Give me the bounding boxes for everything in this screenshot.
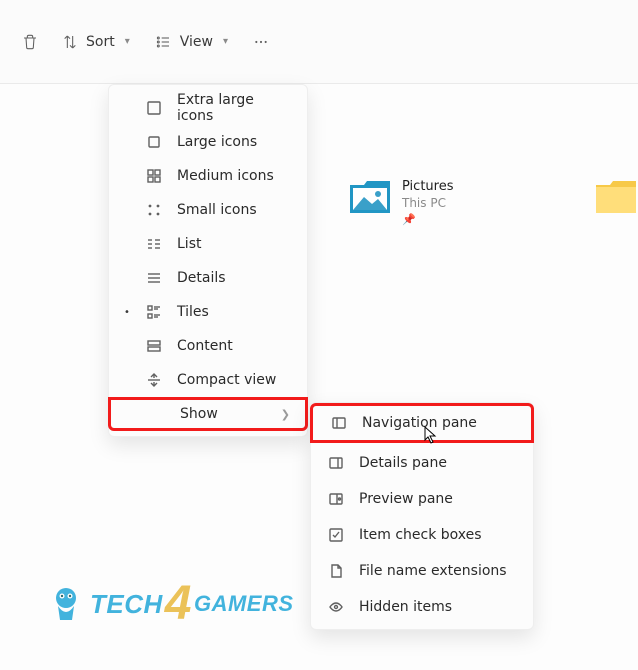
view-menu: Extra large icons Large icons Medium ico… xyxy=(108,84,308,437)
menu-item-show[interactable]: Show ❯ xyxy=(108,397,308,431)
submenu-label: Hidden items xyxy=(359,599,517,615)
details-icon xyxy=(145,270,163,286)
view-button[interactable]: View ▾ xyxy=(154,34,228,50)
watermark-text-b: 4 xyxy=(165,587,192,621)
pictures-folder-icon xyxy=(348,179,392,215)
watermark-text-a: TECH xyxy=(90,589,163,620)
menu-item-compact-view[interactable]: Compact view xyxy=(109,363,307,397)
menu-label: Content xyxy=(177,338,293,354)
sort-button[interactable]: Sort ▾ xyxy=(62,34,130,50)
compact-view-icon xyxy=(145,372,163,388)
small-icons-icon xyxy=(145,202,163,218)
file-extension-icon xyxy=(327,563,345,579)
folder-title: Pictures xyxy=(402,179,453,194)
tiles-icon xyxy=(145,304,163,320)
menu-item-tiles[interactable]: • Tiles xyxy=(109,295,307,329)
menu-label: Show xyxy=(180,406,267,422)
trash-icon xyxy=(22,34,38,50)
menu-label: Large icons xyxy=(177,134,293,150)
view-icon xyxy=(154,34,172,50)
menu-item-large-icons[interactable]: Large icons xyxy=(109,125,307,159)
menu-label: Details xyxy=(177,270,293,286)
submenu-item-details-pane[interactable]: Details pane xyxy=(311,445,533,481)
submenu-label: Item check boxes xyxy=(359,527,517,543)
submenu-label: Preview pane xyxy=(359,491,517,507)
menu-label: Compact view xyxy=(177,372,293,388)
menu-label: Medium icons xyxy=(177,168,293,184)
sort-label: Sort xyxy=(86,34,115,50)
menu-item-small-icons[interactable]: Small icons xyxy=(109,193,307,227)
menu-label: Tiles xyxy=(177,304,293,320)
radio-indicator: • xyxy=(123,307,131,318)
list-icon xyxy=(145,236,163,252)
more-horizontal-icon xyxy=(252,34,270,50)
show-submenu: Navigation pane Details pane Preview pan… xyxy=(310,402,534,630)
preview-pane-icon xyxy=(327,491,345,507)
large-icons-icon xyxy=(145,134,163,150)
menu-item-list[interactable]: List xyxy=(109,227,307,261)
toolbar: Sort ▾ View ▾ xyxy=(0,0,638,84)
mascot-icon xyxy=(48,584,84,624)
watermark-text-c: GAMERS xyxy=(194,591,294,617)
menu-item-content[interactable]: Content xyxy=(109,329,307,363)
navigation-pane-icon xyxy=(330,415,348,431)
pin-icon: 📌 xyxy=(402,213,453,226)
submenu-item-item-check-boxes[interactable]: Item check boxes xyxy=(311,517,533,553)
submenu-item-navigation-pane[interactable]: Navigation pane xyxy=(310,403,534,443)
submenu-item-hidden-items[interactable]: Hidden items xyxy=(311,589,533,625)
chevron-down-icon: ▾ xyxy=(125,36,130,47)
chevron-right-icon: ❯ xyxy=(281,408,290,421)
folder-meta: Pictures This PC 📌 xyxy=(402,179,453,226)
menu-label: Small icons xyxy=(177,202,293,218)
folder-subtitle: This PC xyxy=(402,196,453,210)
menu-item-medium-icons[interactable]: Medium icons xyxy=(109,159,307,193)
submenu-label: Navigation pane xyxy=(362,415,514,431)
medium-icons-icon xyxy=(145,168,163,184)
menu-label: List xyxy=(177,236,293,252)
details-pane-icon xyxy=(327,455,345,471)
submenu-label: Details pane xyxy=(359,455,517,471)
menu-item-details[interactable]: Details xyxy=(109,261,307,295)
chevron-down-icon: ▾ xyxy=(223,36,228,47)
submenu-item-file-name-extensions[interactable]: File name extensions xyxy=(311,553,533,589)
more-button[interactable] xyxy=(252,34,270,50)
watermark: TECH 4 GAMERS xyxy=(48,584,294,624)
view-label: View xyxy=(180,34,213,50)
content-icon xyxy=(145,338,163,354)
menu-item-extra-large-icons[interactable]: Extra large icons xyxy=(109,91,307,125)
folder-item-generic[interactable] xyxy=(594,179,638,215)
hidden-items-icon xyxy=(327,599,345,615)
folder-item-pictures[interactable]: Pictures This PC 📌 xyxy=(348,179,453,226)
sort-icon xyxy=(62,34,78,50)
submenu-label: File name extensions xyxy=(359,563,517,579)
extra-large-icons-icon xyxy=(145,100,163,116)
delete-button[interactable] xyxy=(22,34,38,50)
submenu-item-preview-pane[interactable]: Preview pane xyxy=(311,481,533,517)
menu-label: Extra large icons xyxy=(177,92,293,124)
checkbox-icon xyxy=(327,527,345,543)
